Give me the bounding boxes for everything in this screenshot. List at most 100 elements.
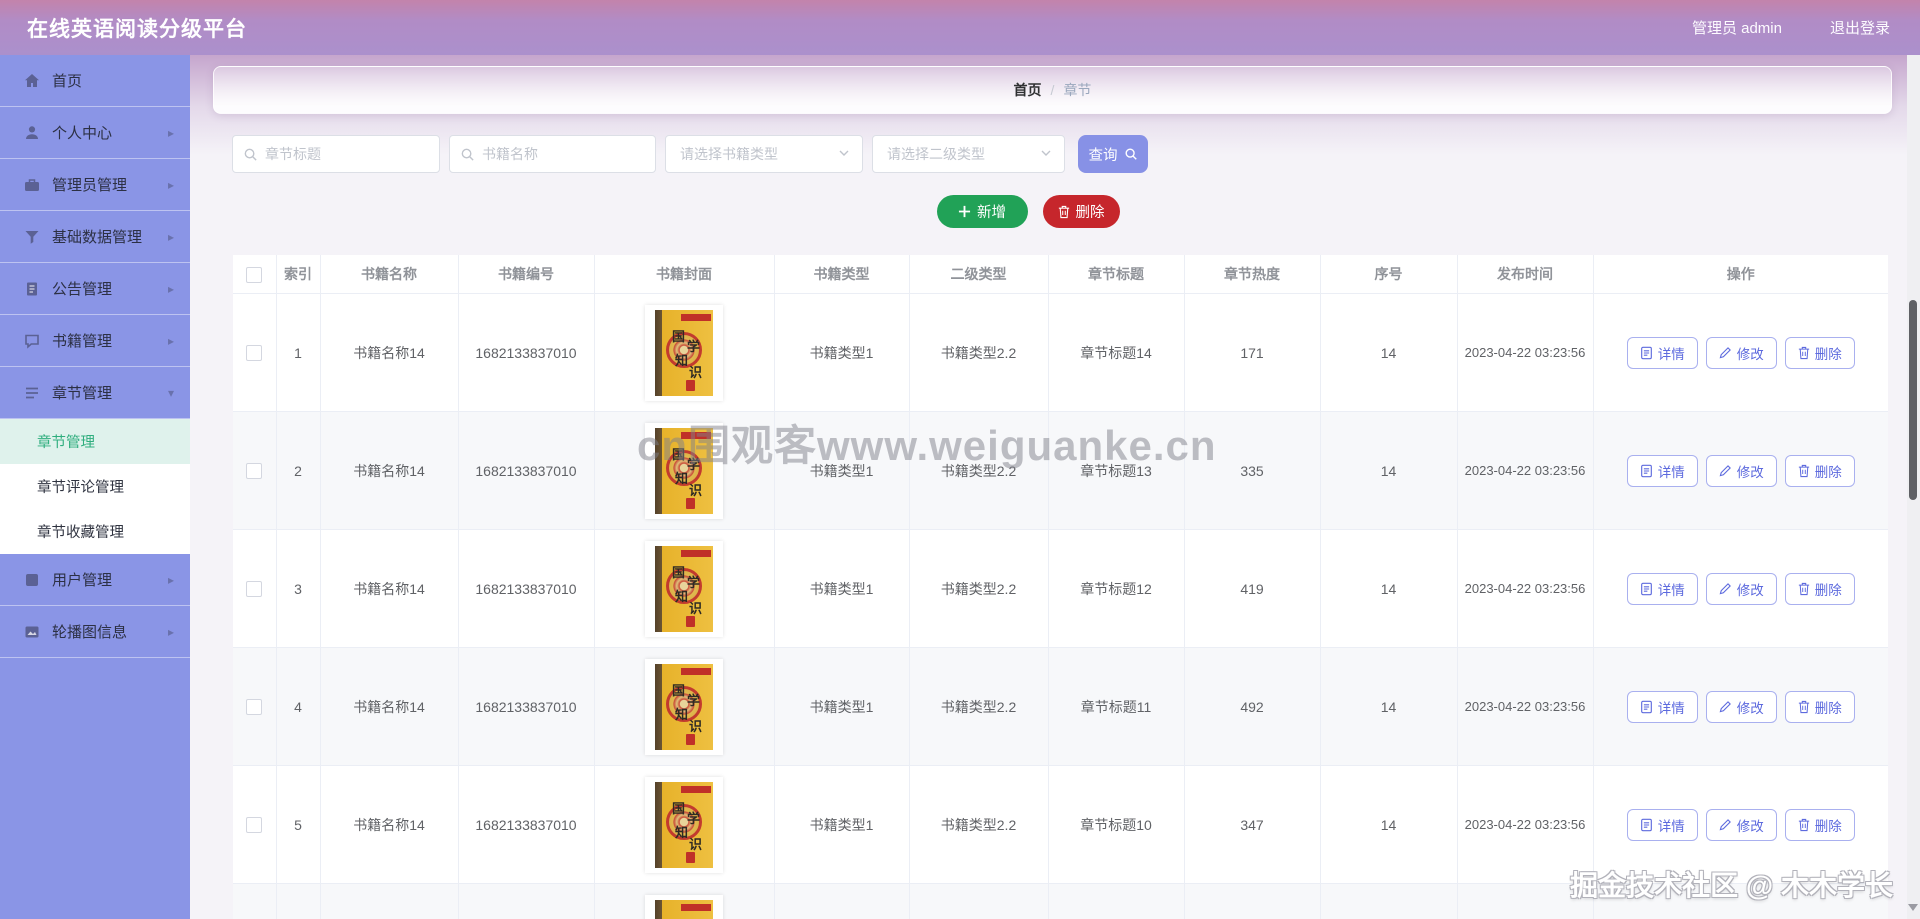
sidebar-item-3[interactable]: 基础数据管理 ▸	[0, 211, 190, 263]
sidebar-item-9[interactable]: 章节收藏管理	[0, 509, 190, 554]
row-checkbox[interactable]	[246, 345, 263, 362]
cell-sub-type: 书籍类型2.2	[909, 883, 1049, 919]
pencil-icon	[1719, 700, 1732, 713]
sidebar-item-10[interactable]: 用户管理 ▸	[0, 554, 190, 606]
document-icon	[1640, 464, 1653, 478]
notice-icon	[23, 280, 41, 298]
cell-seq: 14	[1320, 765, 1458, 884]
row-delete-button[interactable]: 删除	[1784, 454, 1855, 487]
book-cover-image[interactable]: 国 学 知 识	[645, 304, 723, 401]
breadcrumb-home-link[interactable]: 首页	[1014, 80, 1042, 100]
scrollbar-down-arrow[interactable]	[1908, 904, 1918, 911]
col-header-publish-time: 发布时间	[1457, 255, 1594, 294]
table-row: 1 书籍名称14 1682133837010 国 学 知 识 书籍类型1 书籍类…	[233, 293, 1888, 412]
chapter-icon	[23, 384, 41, 402]
book-cover-image[interactable]: 国 学 知 识	[645, 422, 723, 519]
document-icon	[1640, 582, 1653, 596]
table-row: 3 书籍名称14 1682133837010 国 学 知 识 书籍类型1 书籍类…	[233, 529, 1888, 648]
row-delete-button[interactable]: 删除	[1784, 690, 1855, 723]
cell-book-type: 书籍类型1	[774, 883, 910, 919]
book-cover-image[interactable]: 国 学 知 识	[645, 894, 723, 919]
sidebar-item-5[interactable]: 书籍管理 ▸	[0, 315, 190, 367]
cell-heat: 171	[1184, 293, 1321, 412]
logout-button[interactable]: 退出登录	[1830, 17, 1890, 38]
query-button[interactable]: 查询	[1078, 135, 1148, 173]
book-cover-image[interactable]: 国 学 知 识	[645, 776, 723, 873]
sidebar-item-0[interactable]: 首页	[0, 55, 190, 107]
cell-heat: 492	[1184, 647, 1321, 766]
cell-sub-type: 书籍类型2.2	[909, 765, 1049, 884]
cell-index: 3	[276, 529, 321, 648]
cell-book-type: 书籍类型1	[774, 647, 910, 766]
col-header-book-no: 书籍编号	[458, 255, 595, 294]
book-cover-image[interactable]: 国 学 知 识	[645, 540, 723, 637]
row-checkbox[interactable]	[246, 699, 263, 716]
col-header-seq: 序号	[1320, 255, 1458, 294]
sidebar-item-7[interactable]: 章节管理	[0, 419, 190, 464]
row-checkbox[interactable]	[246, 817, 263, 834]
scrollbar-thumb[interactable]	[1909, 300, 1917, 500]
row-checkbox[interactable]	[246, 463, 263, 480]
search-icon	[243, 147, 258, 165]
trash-icon	[1798, 464, 1810, 478]
document-icon	[1640, 818, 1653, 832]
col-header-book-type: 书籍类型	[774, 255, 910, 294]
select-all-checkbox[interactable]	[246, 266, 263, 283]
row-checkbox[interactable]	[246, 581, 263, 598]
edit-button[interactable]: 修改	[1705, 572, 1777, 605]
sidebar-item-4[interactable]: 公告管理 ▸	[0, 263, 190, 315]
chevron-right-icon: ▸	[167, 177, 174, 192]
cell-sub-type: 书籍类型2.2	[909, 529, 1049, 648]
detail-button[interactable]: 详情	[1626, 572, 1698, 605]
cell-heat: 335	[1184, 411, 1321, 530]
users-icon	[23, 571, 41, 589]
edit-button[interactable]: 修改	[1705, 808, 1777, 841]
sidebar-item-1[interactable]: 个人中心 ▸	[0, 107, 190, 159]
book-type-select[interactable]: 请选择书籍类型	[665, 135, 863, 173]
sidebar-item-8[interactable]: 章节评论管理	[0, 464, 190, 509]
pencil-icon	[1719, 818, 1732, 831]
chevron-right-icon: ▸	[167, 125, 174, 140]
data-icon	[23, 228, 41, 246]
toolbar: 新增 删除	[190, 195, 1920, 228]
trash-icon	[1058, 205, 1070, 219]
book-cover-image[interactable]: 国 学 知 识	[645, 658, 723, 755]
edit-button[interactable]: 修改	[1705, 336, 1777, 369]
row-delete-button[interactable]: 删除	[1784, 808, 1855, 841]
sidebar-item-6[interactable]: 章节管理 ▾	[0, 367, 190, 419]
cell-index: 5	[276, 765, 321, 884]
row-delete-button[interactable]: 删除	[1784, 336, 1855, 369]
col-header-cover: 书籍封面	[594, 255, 775, 294]
row-delete-button[interactable]: 删除	[1784, 572, 1855, 605]
detail-button[interactable]: 详情	[1626, 690, 1698, 723]
sidebar-item-label: 章节评论管理	[37, 480, 124, 496]
detail-button[interactable]: 详情	[1626, 336, 1698, 369]
chapter-title-input[interactable]	[233, 136, 439, 172]
cell-chapter-title: 章节标题14	[1048, 293, 1185, 412]
sidebar: 首页 个人中心 ▸ 管理员管理 ▸ 基础数据管理 ▸ 公告管理 ▸ 书籍管理 ▸ 章节管理 ▾ 章节管理章…	[0, 55, 190, 919]
chevron-down-icon	[1040, 146, 1052, 162]
detail-button[interactable]: 详情	[1626, 454, 1698, 487]
sidebar-item-11[interactable]: 轮播图信息 ▸	[0, 606, 190, 658]
sidebar-item-2[interactable]: 管理员管理 ▸	[0, 159, 190, 211]
cell-book-type: 书籍类型1	[774, 765, 910, 884]
cell-index: 2	[276, 411, 321, 530]
detail-button[interactable]: 详情	[1626, 808, 1698, 841]
cell-book-no: 1682133837010	[458, 765, 595, 884]
edit-button[interactable]: 修改	[1705, 690, 1777, 723]
cell-book-no: 1682133837010	[458, 411, 595, 530]
trash-icon	[1798, 582, 1810, 596]
add-button[interactable]: 新增	[936, 195, 1028, 228]
delete-button[interactable]: 删除	[1042, 195, 1120, 228]
cell-seq: 14	[1320, 411, 1458, 530]
book-name-input[interactable]	[450, 136, 655, 172]
cell-publish-time: 2023-04-22 03:23:56	[1457, 411, 1594, 530]
cell-index: 4	[276, 647, 321, 766]
edit-button[interactable]: 修改	[1705, 454, 1777, 487]
sub-type-select[interactable]: 请选择二级类型	[872, 135, 1065, 173]
book-type-select-placeholder: 请选择书籍类型	[680, 146, 778, 162]
col-header-sub-type: 二级类型	[909, 255, 1049, 294]
cell-chapter-title: 章节标题12	[1048, 529, 1185, 648]
cell-book-name: 书籍名称14	[320, 883, 459, 919]
cell-book-type: 书籍类型1	[774, 293, 910, 412]
